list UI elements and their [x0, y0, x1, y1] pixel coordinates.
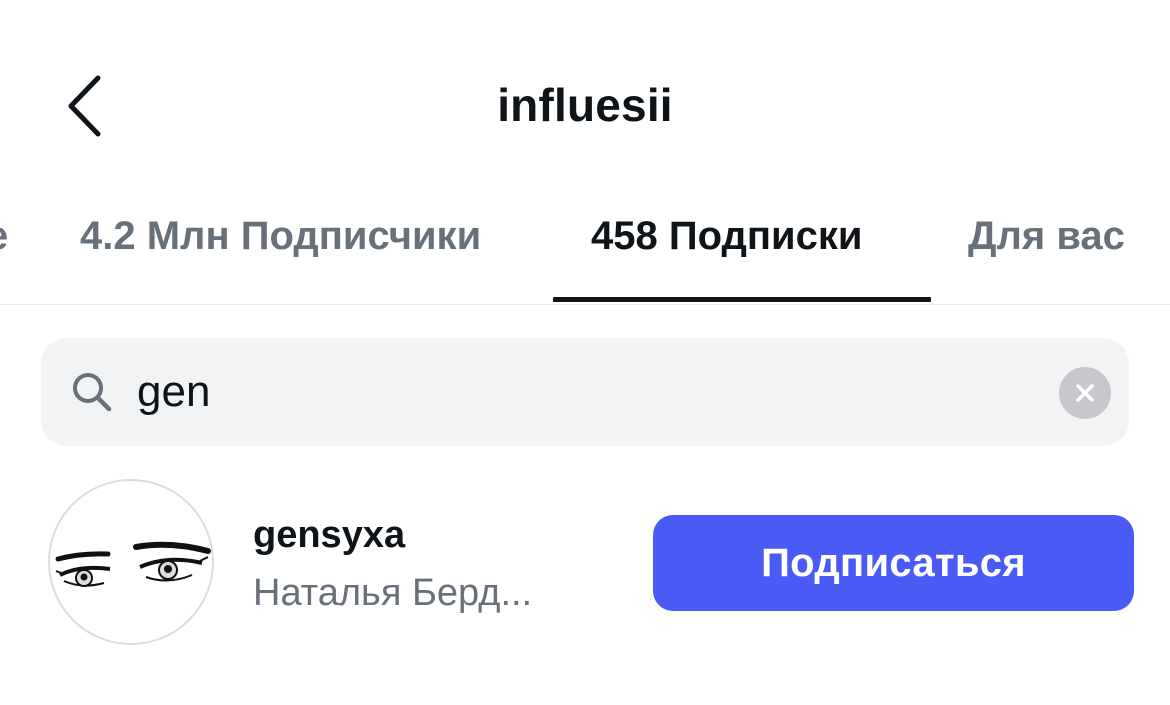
tab-following[interactable]: 458 Подписки [591, 214, 863, 259]
list-item[interactable]: gensyxa Наталья Берд... Подписаться [0, 478, 1170, 648]
tab-followers[interactable]: 4.2 Млн Подписчики [80, 214, 481, 259]
tab-for-you[interactable]: Для вас [968, 214, 1125, 259]
page-title: influesii [497, 79, 673, 131]
anime-eyes-avatar [55, 541, 211, 587]
search-icon [73, 373, 112, 412]
follow-button[interactable]: Подписаться [653, 515, 1134, 611]
avatar[interactable] [48, 479, 214, 645]
tab-bar: е 4.2 Млн Подписчики 458 Подписки Для ва… [0, 200, 1170, 305]
full-name: Наталья Берд... [253, 572, 533, 614]
tab-partial-left[interactable]: е [0, 214, 8, 259]
clear-icon [1076, 384, 1094, 402]
clear-search-button[interactable] [1059, 367, 1111, 419]
username[interactable]: gensyxa [253, 514, 405, 557]
search-input[interactable] [137, 358, 1017, 426]
active-tab-indicator [553, 297, 931, 302]
search-bar [41, 338, 1129, 446]
following-list-screen: influesii е 4.2 Млн Подписчики 458 Подпи… [0, 0, 1170, 705]
